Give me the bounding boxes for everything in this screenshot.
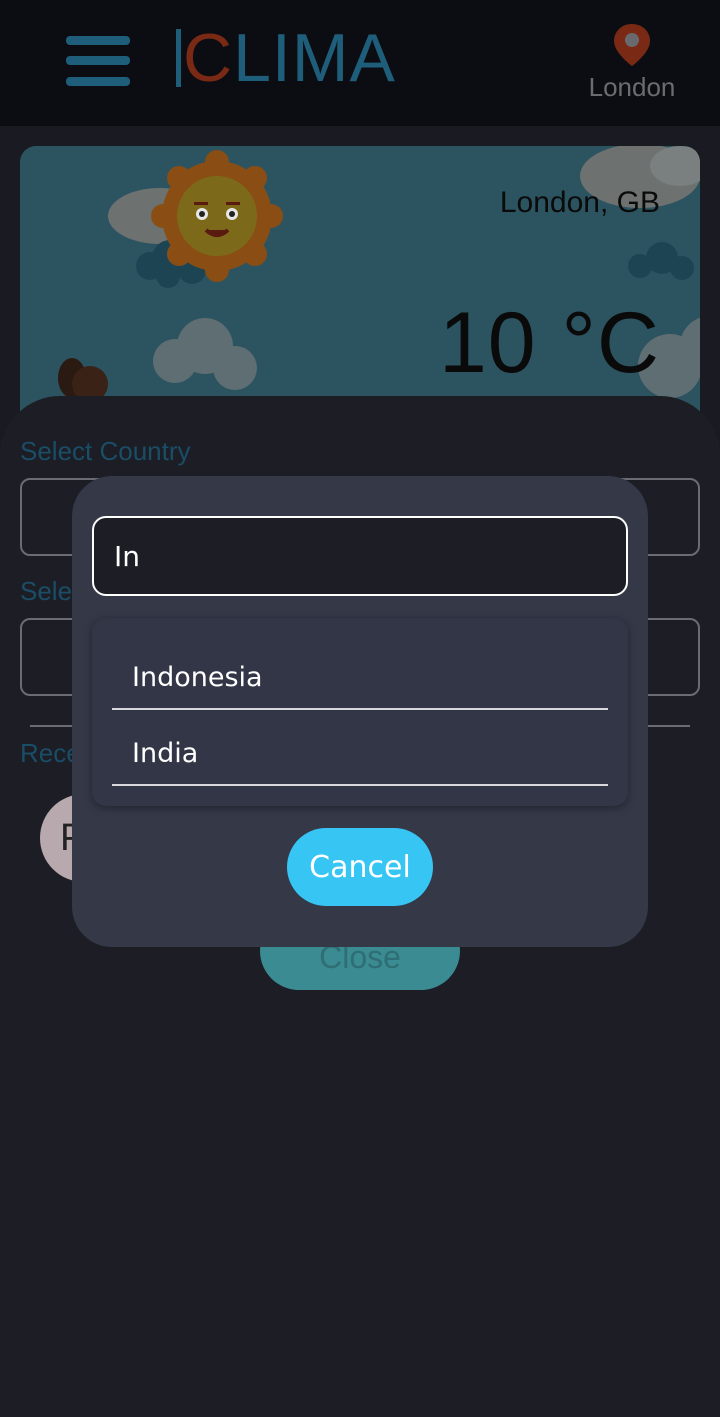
temperature-readout: 10 °C [438, 295, 660, 391]
cancel-button[interactable]: Cancel [287, 828, 433, 906]
logo-letter: C [183, 20, 234, 96]
country-search-input[interactable] [92, 516, 628, 596]
logo-bar [176, 29, 181, 87]
search-results-list: Indonesia India [92, 618, 628, 806]
app-logo: C LIMA [176, 20, 396, 96]
logo-text: LIMA [233, 20, 396, 96]
result-item-india[interactable]: India [112, 710, 608, 786]
location-label: London [588, 72, 676, 102]
select-city-label: Sele [20, 576, 73, 606]
country-search-dialog: Indonesia India Cancel [72, 476, 648, 947]
app-header: C LIMA London [0, 0, 720, 126]
select-country-label: Select Country [20, 436, 191, 466]
sun-icon [151, 150, 283, 282]
hamburger-icon[interactable] [66, 36, 130, 86]
city-name: London, GB [499, 186, 660, 219]
result-item-indonesia[interactable]: Indonesia [112, 634, 608, 710]
location-button[interactable]: London [572, 22, 692, 103]
map-pin-icon [614, 24, 650, 66]
